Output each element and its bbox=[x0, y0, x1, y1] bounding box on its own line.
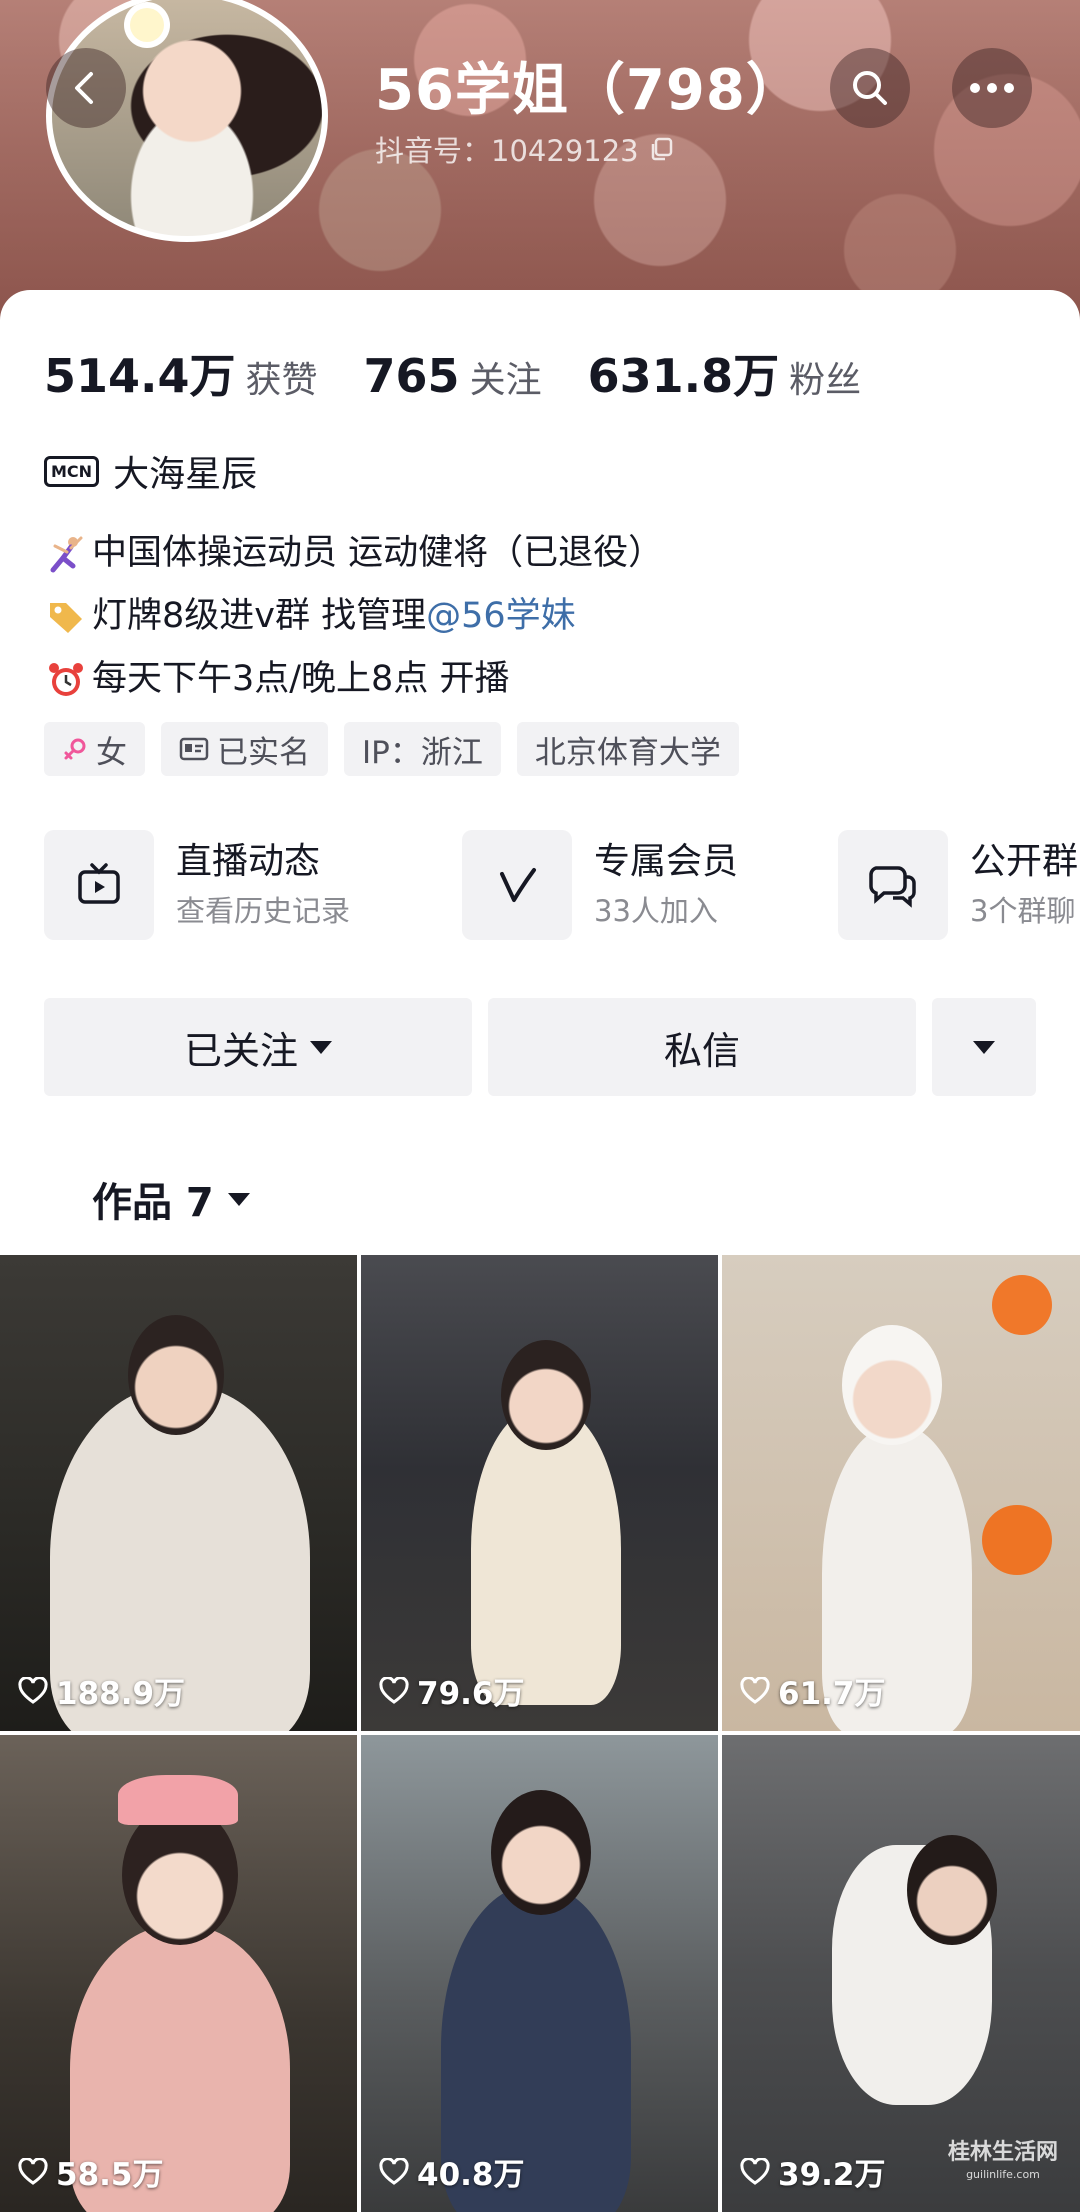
followed-label: 已关注 bbox=[183, 1028, 298, 1073]
bio: 中国体操运动员 运动健将（已退役） 灯牌8级进v群 找管理 @56学妹 每天下午… bbox=[44, 522, 663, 711]
mcn-name: 大海星辰 bbox=[113, 454, 258, 495]
video-tile[interactable]: 188.9万 bbox=[0, 1255, 357, 1731]
group-chat-title: 公开群 bbox=[970, 841, 1079, 882]
followers-label: 粉丝 bbox=[789, 360, 862, 401]
mcn-row[interactable]: MCN 大海星辰 bbox=[44, 445, 257, 497]
bio-line-1: 中国体操运动员 运动健将（已退役） bbox=[44, 522, 663, 585]
likes-count: 79.6万 bbox=[417, 1676, 525, 1712]
search-icon bbox=[853, 71, 887, 105]
heart-icon bbox=[379, 1676, 409, 1704]
stats-row: 514.4万 获赞 765 关注 631.8万 粉丝 bbox=[44, 340, 907, 406]
live-history-subtitle: 查看历史记录 bbox=[176, 894, 351, 928]
action-buttons: 已关注 私信 bbox=[44, 998, 1036, 1096]
profile-nickname: 56学姐（798） bbox=[375, 58, 803, 123]
caret-down-icon bbox=[310, 1040, 332, 1054]
bio-text-1: 中国体操运动员 运动健将（已退役） bbox=[92, 533, 664, 573]
heart-icon bbox=[740, 1676, 770, 1704]
school-text: 北京体育大学 bbox=[534, 734, 721, 771]
female-icon bbox=[64, 738, 86, 760]
copy-icon[interactable] bbox=[649, 136, 675, 162]
bio-text-2: 灯牌8级进v群 找管理 bbox=[92, 596, 427, 636]
search-button[interactable] bbox=[830, 48, 910, 128]
profile-card: 514.4万 获赞 765 关注 631.8万 粉丝 MCN 大海星辰 中国体操… bbox=[0, 290, 1080, 1250]
chevron-left-icon bbox=[75, 72, 93, 104]
more-options-button[interactable] bbox=[932, 998, 1036, 1096]
mcn-badge: MCN bbox=[44, 455, 100, 487]
ip-text: IP：浙江 bbox=[362, 734, 483, 771]
gymnast-icon bbox=[44, 534, 88, 574]
followers-count[interactable]: 631.8万 bbox=[588, 340, 780, 406]
likes-count: 61.7万 bbox=[778, 1676, 886, 1712]
back-button[interactable] bbox=[46, 48, 126, 128]
heart-icon bbox=[740, 2157, 770, 2185]
caret-down-icon bbox=[973, 1040, 995, 1054]
douyin-id: 抖音号：10429123 bbox=[375, 128, 675, 170]
membership-subtitle: 33人加入 bbox=[594, 894, 718, 928]
group-chat-entry[interactable]: 公开群 3个群聊 bbox=[838, 830, 1078, 940]
live-history-entry[interactable]: 直播动态 查看历史记录 bbox=[44, 830, 350, 940]
membership-entry[interactable]: 专属会员 33人加入 bbox=[462, 830, 738, 940]
message-label: 私信 bbox=[663, 1028, 740, 1073]
feature-row: 直播动态 查看历史记录 专属会员 33人加入 公开群 3个群聊 bbox=[44, 830, 1080, 942]
watermark-sub: guilinlife.com bbox=[966, 2168, 1040, 2181]
video-likes: 61.7万 bbox=[740, 1668, 886, 1713]
gender-text: 女 bbox=[96, 734, 127, 771]
douyin-id-text: 抖音号：10429123 bbox=[375, 134, 639, 168]
bio-text-3: 每天下午3点/晚上8点 开播 bbox=[92, 659, 510, 699]
watermark-main: 桂林生活网 bbox=[947, 2140, 1058, 2165]
works-tab-label: 作品 7 bbox=[92, 1180, 214, 1226]
more-dots-icon bbox=[970, 83, 1014, 93]
membership-title: 专属会员 bbox=[594, 841, 739, 882]
site-watermark: 桂林生活网 guilinlife.com bbox=[948, 2142, 1058, 2186]
followed-button[interactable]: 已关注 bbox=[44, 998, 472, 1096]
gender-tag: 女 bbox=[44, 722, 145, 776]
caret-down-icon bbox=[227, 1192, 250, 1206]
profile-tags: 女 已实名 IP：浙江 北京体育大学 bbox=[44, 722, 739, 776]
verified-text: 已实名 bbox=[217, 734, 310, 771]
group-chat-subtitle: 3个群聊 bbox=[970, 894, 1076, 928]
video-likes: 188.9万 bbox=[18, 1668, 185, 1713]
chat-icon bbox=[838, 830, 948, 940]
video-likes: 39.2万 bbox=[740, 2149, 886, 2194]
bio-line-2: 灯牌8级进v群 找管理 @56学妹 bbox=[44, 585, 663, 648]
ip-tag: IP：浙江 bbox=[344, 722, 501, 776]
likes-count[interactable]: 514.4万 bbox=[44, 340, 236, 406]
likes-count: 58.5万 bbox=[56, 2157, 164, 2193]
works-tab[interactable]: 作品 7 bbox=[92, 1170, 250, 1228]
likes-label: 获赞 bbox=[245, 360, 318, 401]
label-tag-icon bbox=[44, 597, 88, 637]
school-tag[interactable]: 北京体育大学 bbox=[516, 722, 739, 776]
alarm-clock-icon bbox=[44, 660, 88, 700]
message-button[interactable]: 私信 bbox=[488, 998, 916, 1096]
heart-icon bbox=[18, 2157, 48, 2185]
bio-line-3: 每天下午3点/晚上8点 开播 bbox=[44, 648, 663, 711]
more-button[interactable] bbox=[952, 48, 1032, 128]
likes-count: 40.8万 bbox=[417, 2157, 525, 2193]
tv-icon bbox=[44, 830, 154, 940]
video-tile[interactable]: 61.7万 bbox=[722, 1255, 1080, 1731]
video-likes: 79.6万 bbox=[379, 1668, 525, 1713]
likes-count: 188.9万 bbox=[56, 1676, 186, 1712]
likes-count: 39.2万 bbox=[778, 2157, 886, 2193]
heart-icon bbox=[18, 1676, 48, 1704]
flower-accessory bbox=[130, 8, 164, 42]
following-label: 关注 bbox=[469, 360, 542, 401]
heart-icon bbox=[379, 2157, 409, 2185]
following-count[interactable]: 765 bbox=[364, 349, 460, 403]
video-tile[interactable]: 40.8万 bbox=[361, 1735, 718, 2212]
live-history-title: 直播动态 bbox=[176, 841, 321, 882]
v-icon bbox=[462, 830, 572, 940]
mention-link[interactable]: @56学妹 bbox=[426, 585, 576, 648]
video-tile[interactable]: 79.6万 bbox=[361, 1255, 718, 1731]
video-likes: 58.5万 bbox=[18, 2149, 164, 2194]
video-tile[interactable]: 58.5万 bbox=[0, 1735, 357, 2212]
verified-tag: 已实名 bbox=[161, 722, 328, 776]
video-tile[interactable]: 39.2万 桂林生活网 guilinlife.com bbox=[722, 1735, 1080, 2212]
id-card-icon bbox=[179, 737, 209, 761]
video-likes: 40.8万 bbox=[379, 2149, 525, 2194]
